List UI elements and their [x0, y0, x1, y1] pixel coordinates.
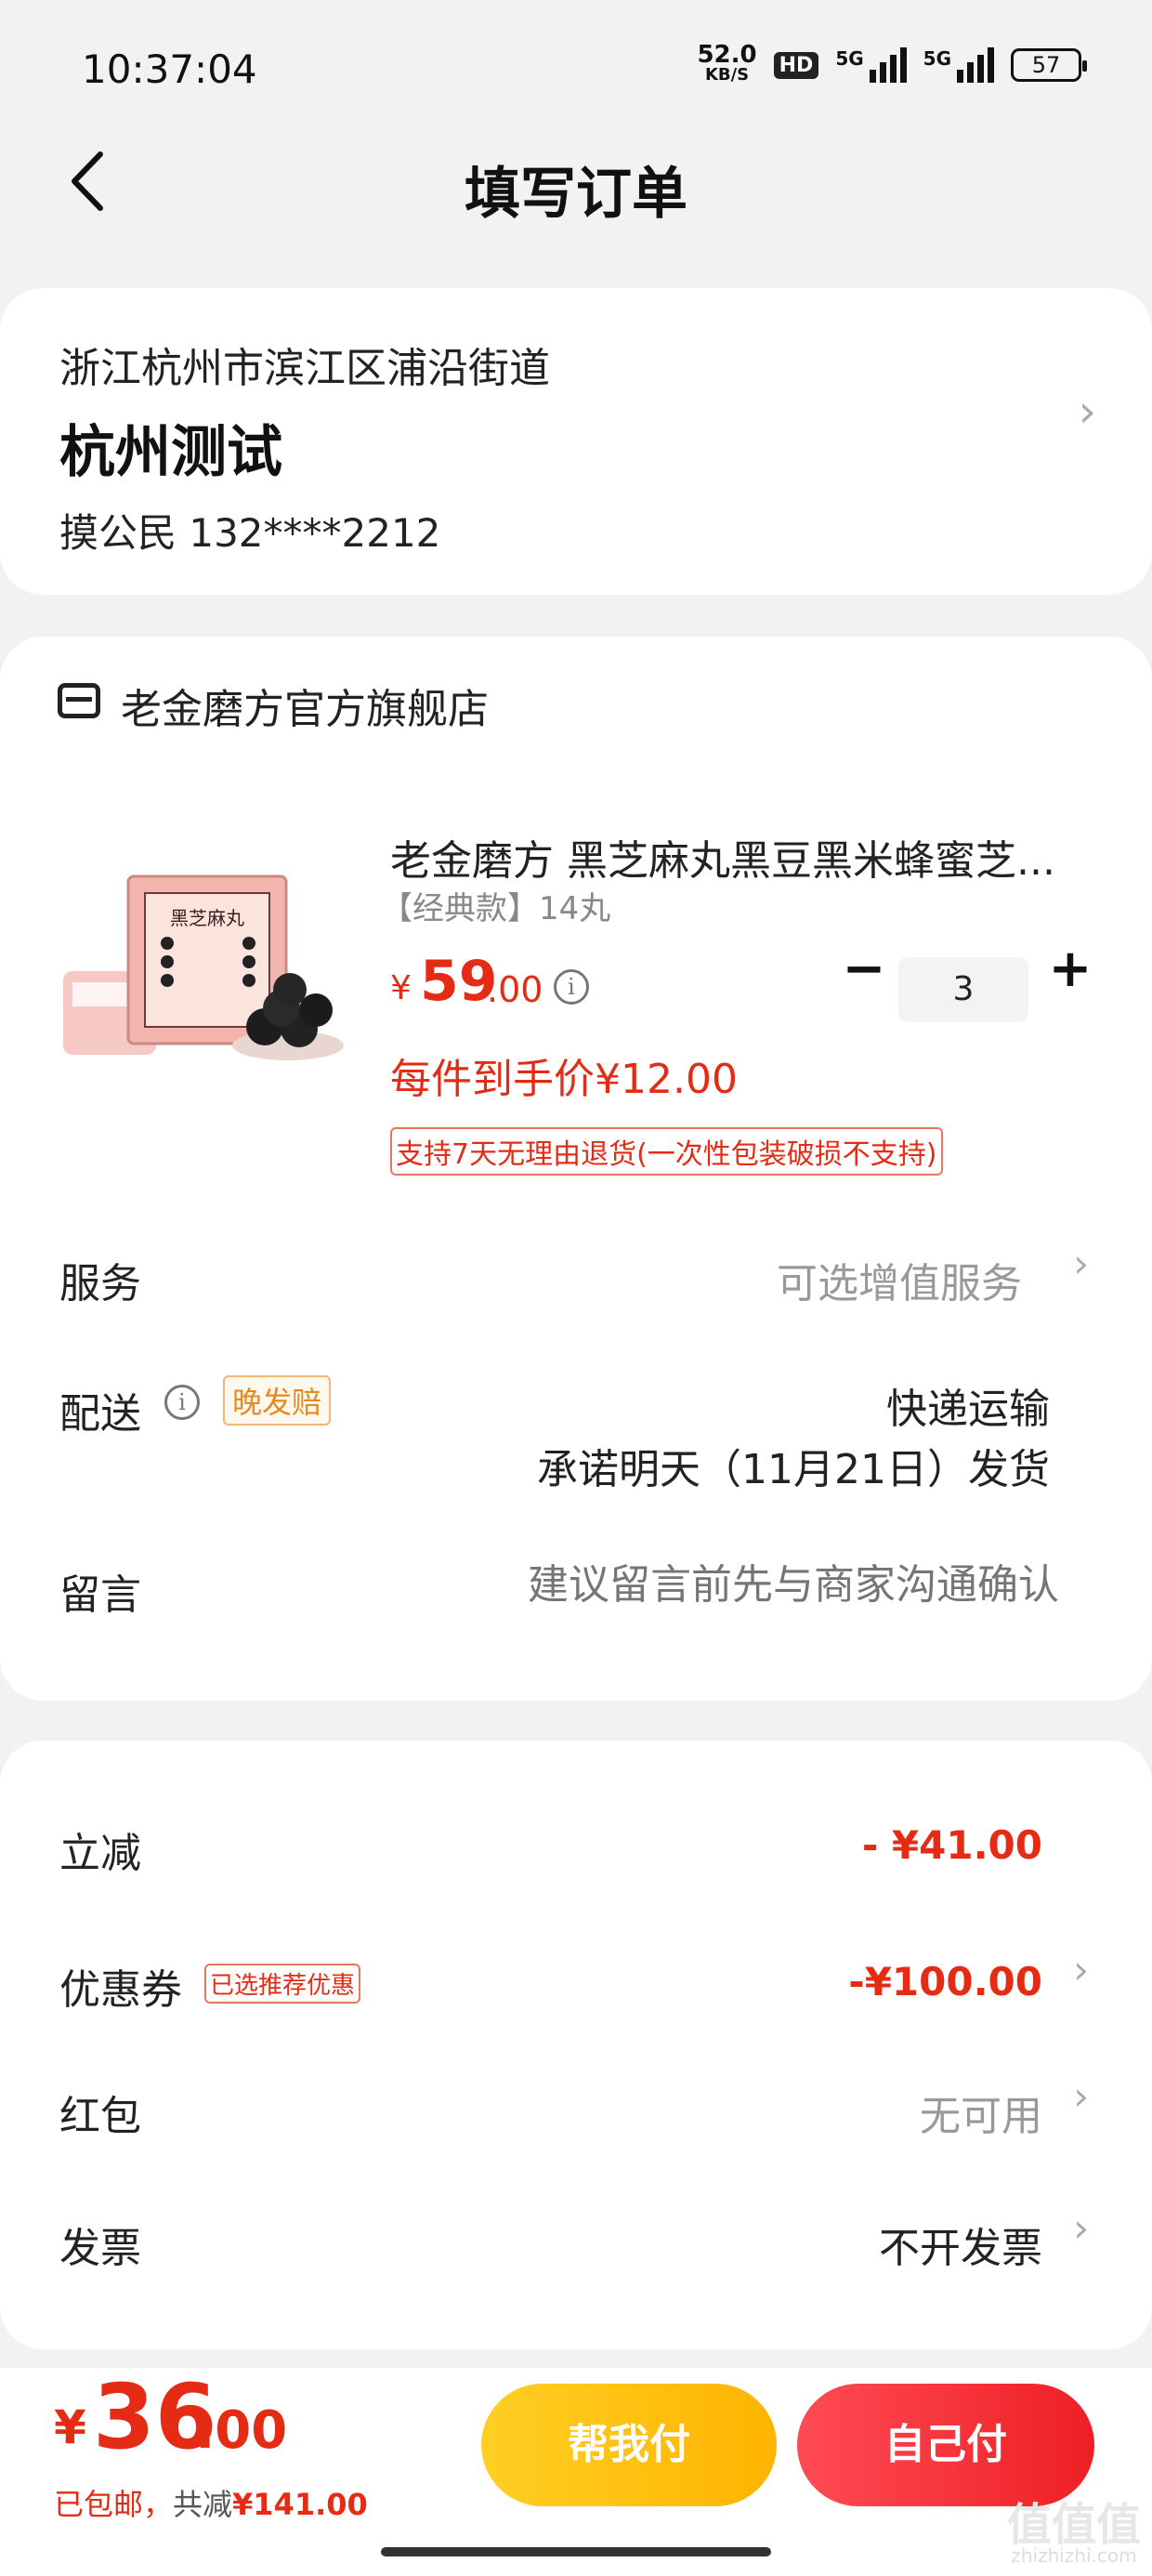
- ship-date: 承诺明天（11月21日）发货: [537, 1446, 1050, 1493]
- status-time: 10:37:04: [82, 46, 257, 92]
- chevron-right-icon[interactable]: ›: [1073, 1947, 1089, 1992]
- chevron-right-icon[interactable]: ›: [1073, 2205, 1089, 2251]
- network-speed: 52.0 KB/S: [697, 43, 756, 85]
- discount-card: 立减 - ¥41.00 优惠券 已选推荐优惠 -¥100.00 › 红包 无可用…: [0, 1741, 1152, 2349]
- address-card[interactable]: 浙江杭州市滨江区浦沿街道 杭州测试 摸公民 132****2212 ›: [0, 288, 1152, 595]
- saved-label: 共减: [173, 2487, 233, 2522]
- free-shipping-text: 已包邮，: [54, 2487, 174, 2522]
- signal-icon-2: 5G: [923, 47, 994, 83]
- ship-method: 快递运输: [886, 1386, 1050, 1433]
- top-area: 10:37:04 52.0 KB/S HD 5G 5G 57 填写订单: [0, 0, 1152, 288]
- quantity-value[interactable]: 3: [898, 957, 1028, 1022]
- redpacket-value[interactable]: 无可用: [920, 2083, 1042, 2142]
- invoice-value[interactable]: 不开发票: [879, 2215, 1042, 2274]
- each-price: 每件到手价¥12.00: [390, 1056, 738, 1103]
- shop-icon: [58, 683, 100, 718]
- price-decimal: .00: [487, 969, 543, 1010]
- chevron-right-icon[interactable]: ›: [1073, 2073, 1089, 2119]
- reduce-label: 立减: [59, 1830, 141, 1877]
- redpacket-label: 红包: [59, 2093, 141, 2140]
- address-region: 浙江杭州市滨江区浦沿街道: [59, 345, 550, 392]
- signal-icon: 5G: [835, 47, 907, 83]
- coupon-value[interactable]: -¥100.00: [848, 1959, 1042, 2004]
- message-label: 留言: [59, 1571, 141, 1619]
- battery-icon: 57: [1011, 48, 1087, 82]
- status-icons: 52.0 KB/S HD 5G 5G 57: [697, 43, 1087, 85]
- service-value[interactable]: 可选增值服务: [777, 1250, 1022, 1309]
- total-decimal: .00: [195, 2400, 288, 2461]
- coupon-label: 优惠券: [59, 1966, 182, 2014]
- coupon-recommended-tag: 已选推荐优惠: [204, 1964, 361, 2004]
- help-pay-button[interactable]: 帮我付: [481, 2384, 777, 2506]
- address-contact: 摸公民 132****2212: [59, 510, 441, 556]
- order-card: 老金磨方官方旗舰店 黑芝麻丸 老金磨方 黑芝麻丸黑豆黑米蜂蜜芝... 【经典款】…: [0, 637, 1152, 1701]
- address-detail: 杭州测试: [59, 420, 282, 485]
- product-box-text: 黑芝麻丸: [170, 907, 244, 929]
- watermark-url: zhizhizhi.com: [1011, 2544, 1137, 2567]
- price-info-icon[interactable]: i: [554, 969, 589, 1005]
- late-compensation-tag: 晚发赔: [223, 1375, 332, 1426]
- delivery-label: 配送: [59, 1390, 141, 1438]
- page-title: 填写订单: [465, 162, 687, 227]
- total-currency: ¥: [54, 2400, 86, 2454]
- hd-icon: HD: [773, 51, 819, 79]
- service-label: 服务: [59, 1260, 141, 1308]
- watermark-text: 值值值: [1006, 2499, 1141, 2551]
- reduce-value: - ¥41.00: [861, 1822, 1042, 1868]
- invoice-label: 发票: [59, 2225, 141, 2272]
- watermark: 值值值 zhizhizhi.com: [1007, 2503, 1141, 2567]
- price-currency: ¥: [390, 969, 412, 1007]
- signal-label-2: 5G: [923, 47, 951, 70]
- quantity-decrease-button[interactable]: −: [836, 943, 892, 999]
- shop-name[interactable]: 老金磨方官方旗舰店: [121, 676, 489, 735]
- chevron-right-icon[interactable]: ›: [1073, 1241, 1089, 1286]
- price-integer: 59: [420, 949, 498, 1014]
- product-sku: 【经典款】14丸: [381, 890, 611, 927]
- delivery-info-icon[interactable]: i: [164, 1385, 200, 1420]
- chevron-right-icon[interactable]: ›: [1079, 386, 1096, 438]
- self-pay-button[interactable]: 自己付: [797, 2384, 1094, 2506]
- product-title[interactable]: 老金磨方 黑芝麻丸黑豆黑米蜂蜜芝...: [390, 827, 1096, 887]
- net-speed-unit: KB/S: [704, 65, 750, 85]
- home-indicator[interactable]: [381, 2547, 771, 2556]
- return-policy-tag: 支持7天无理由退货(一次性包装破损不支持): [390, 1127, 943, 1176]
- message-input[interactable]: [465, 1561, 1059, 1609]
- saved-value: ¥141.00: [232, 2487, 368, 2522]
- product-image[interactable]: 黑芝麻丸: [56, 869, 353, 1083]
- quantity-increase-button[interactable]: +: [1042, 943, 1098, 999]
- saving-summary: 已包邮，共减¥141.00: [54, 2481, 368, 2524]
- signal-label: 5G: [835, 47, 864, 70]
